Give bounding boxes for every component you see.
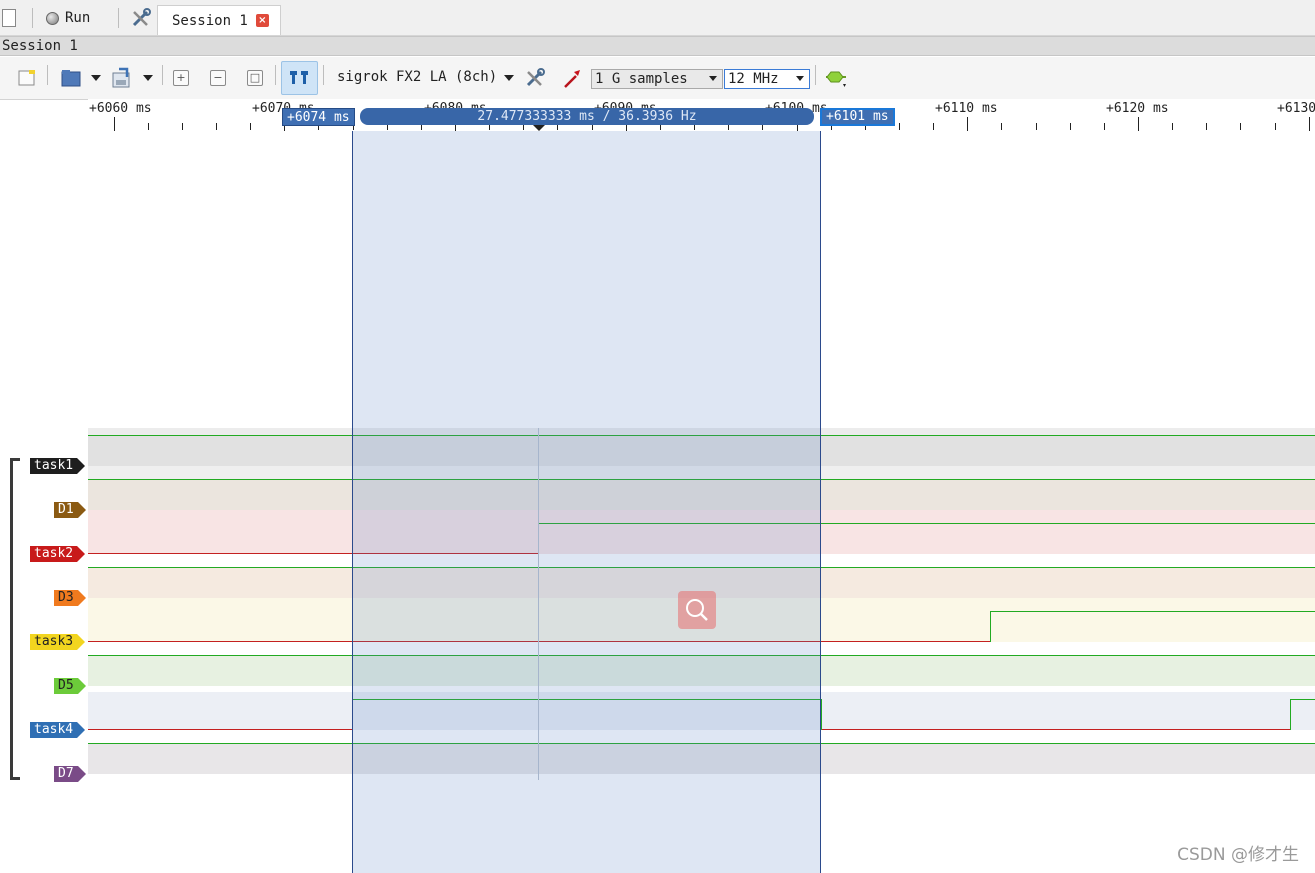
channel-label-d7[interactable]: D7 bbox=[54, 766, 86, 782]
channel-label-d3[interactable]: D3 bbox=[54, 590, 86, 606]
left-cursor-flag[interactable]: +6074 ms bbox=[282, 108, 355, 126]
cursor-selection[interactable] bbox=[352, 131, 821, 873]
channel-label-task1[interactable]: task1 bbox=[30, 458, 86, 474]
zoom-overlay-button[interactable] bbox=[678, 591, 716, 629]
channel-label-task3[interactable]: task3 bbox=[30, 634, 86, 650]
right-cursor-flag[interactable]: +6101 ms bbox=[820, 108, 895, 126]
channel-label-task2[interactable]: task2 bbox=[30, 546, 86, 562]
span-marker-icon bbox=[533, 125, 545, 131]
cursor-span-readout: 27.477333333 ms / 36.3936 Hz bbox=[360, 108, 814, 125]
channel-label-d1[interactable]: D1 bbox=[54, 502, 86, 518]
channel-label-task4[interactable]: task4 bbox=[30, 722, 86, 738]
watermark: CSDN @修才生 bbox=[1177, 845, 1299, 865]
magnifier-icon bbox=[686, 599, 708, 621]
channel-group-bracket[interactable] bbox=[10, 458, 20, 780]
channel-label-d5[interactable]: D5 bbox=[54, 678, 86, 694]
